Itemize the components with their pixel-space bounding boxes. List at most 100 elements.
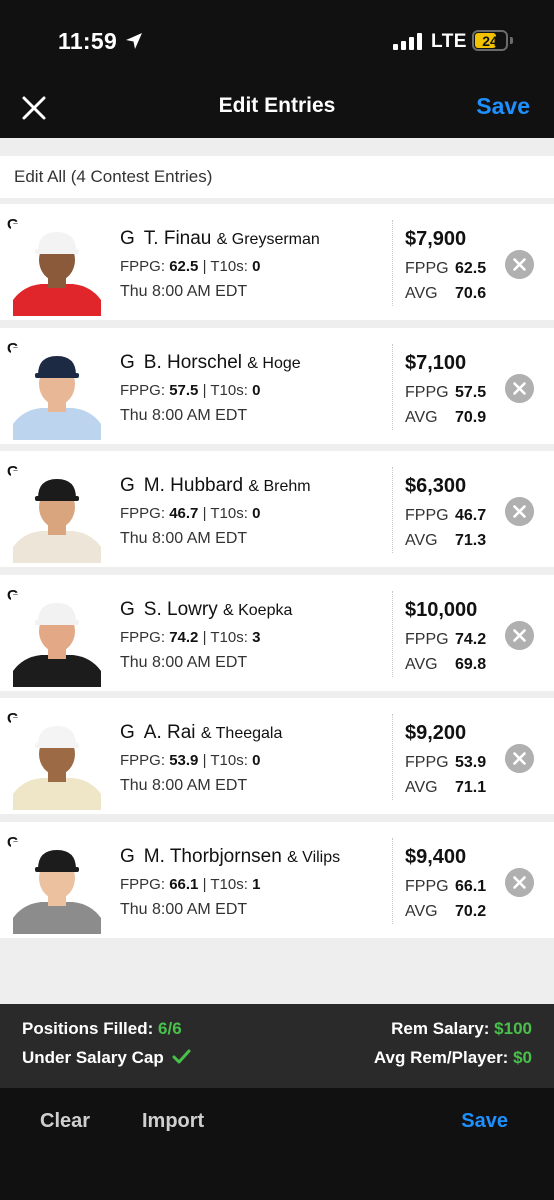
header: Edit Entries Save bbox=[0, 78, 554, 138]
player-position: G bbox=[120, 228, 135, 249]
player-stats: FPPG: 62.5 | T10s: 0 bbox=[120, 258, 261, 275]
divider bbox=[392, 838, 393, 924]
player-name-line: G M. Thorbjornsen & Vilips bbox=[120, 846, 340, 868]
opponent-name: & Brehm bbox=[248, 478, 311, 495]
status-bar: 11:59 LTE 24 bbox=[0, 0, 554, 78]
fppg-row: FPPG 46.7 bbox=[405, 507, 487, 524]
player-name: M. Hubbard bbox=[143, 475, 244, 496]
entry-row[interactable]: G G S. Lowry & Koepka FPPG: 74.2 | T10s: … bbox=[0, 575, 554, 691]
player-name: M. Thorbjornsen bbox=[143, 846, 282, 867]
game-time: Thu 8:00 AM EDT bbox=[120, 407, 248, 424]
t10s-value: 0 bbox=[252, 752, 261, 769]
player-name-line: G A. Rai & Theegala bbox=[120, 722, 282, 744]
entry-row[interactable]: G G A. Rai & Theegala FPPG: 53.9 | T10s: … bbox=[0, 698, 554, 814]
check-icon bbox=[172, 1049, 191, 1064]
bottom-bar: Clear Import Save bbox=[0, 1088, 554, 1200]
avg-row: AVG 71.1 bbox=[405, 779, 487, 796]
clear-button[interactable]: Clear bbox=[40, 1110, 90, 1133]
player-avatar bbox=[11, 224, 103, 316]
game-time: Thu 8:00 AM EDT bbox=[120, 654, 248, 671]
edit-all-label: Edit All (4 Contest Entries) bbox=[14, 167, 213, 186]
t10s-value: 0 bbox=[252, 258, 261, 275]
t10s-value: 3 bbox=[252, 629, 261, 646]
remove-player-icon[interactable] bbox=[505, 621, 534, 650]
location-arrow-icon bbox=[126, 33, 142, 49]
divider bbox=[392, 220, 393, 306]
avg-remaining-per-player: Avg Rem/Player: $0 bbox=[373, 1048, 532, 1067]
player-stats: FPPG: 74.2 | T10s: 3 bbox=[120, 629, 261, 646]
player-name: A. Rai bbox=[143, 722, 196, 743]
t10s-value: 1 bbox=[252, 876, 261, 893]
player-salary: $10,000 bbox=[405, 599, 478, 621]
remove-player-icon[interactable] bbox=[505, 374, 534, 403]
player-position: G bbox=[120, 352, 135, 373]
player-avatar bbox=[11, 471, 103, 563]
player-position: G bbox=[120, 599, 135, 620]
under-salary-cap: Under Salary Cap bbox=[22, 1048, 191, 1068]
player-salary: $6,300 bbox=[405, 475, 467, 497]
player-salary: $7,900 bbox=[405, 228, 467, 250]
opponent-name: & Vilips bbox=[287, 849, 341, 866]
avg-row: AVG 69.8 bbox=[405, 656, 487, 673]
remaining-salary-value: $100 bbox=[494, 1019, 532, 1038]
network-type: LTE bbox=[431, 31, 467, 52]
game-time: Thu 8:00 AM EDT bbox=[120, 530, 248, 547]
player-name: B. Horschel bbox=[143, 352, 242, 373]
avg-row: AVG 71.3 bbox=[405, 532, 487, 549]
edit-all-row[interactable]: Edit All (4 Contest Entries) bbox=[0, 156, 554, 198]
bottom-save-button[interactable]: Save bbox=[461, 1110, 508, 1133]
positions-filled-value: 6/6 bbox=[158, 1019, 182, 1038]
player-name-line: G M. Hubbard & Brehm bbox=[120, 475, 311, 497]
fppg-row: FPPG 57.5 bbox=[405, 384, 487, 401]
game-time: Thu 8:00 AM EDT bbox=[120, 777, 248, 794]
player-salary: $9,400 bbox=[405, 846, 467, 868]
player-name-line: G B. Horschel & Hoge bbox=[120, 352, 301, 374]
save-button[interactable]: Save bbox=[476, 93, 530, 120]
battery-icon: 24 bbox=[472, 30, 508, 51]
player-name: T. Finau bbox=[143, 228, 212, 249]
entry-row[interactable]: G G M. Thorbjornsen & Vilips FPPG: 66.1 |… bbox=[0, 822, 554, 938]
positions-filled: Positions Filled: 6/6 bbox=[22, 1019, 182, 1038]
battery-level: 24 bbox=[482, 33, 498, 49]
page-title: Edit Entries bbox=[218, 94, 336, 117]
divider bbox=[392, 714, 393, 800]
entry-row[interactable]: G G M. Hubbard & Brehm FPPG: 46.7 | T10s:… bbox=[0, 451, 554, 567]
remove-player-icon[interactable] bbox=[505, 744, 534, 773]
fppg-value: 74.2 bbox=[169, 629, 199, 646]
opponent-name: & Hoge bbox=[247, 355, 301, 372]
fppg-row: FPPG 74.2 bbox=[405, 631, 487, 648]
remove-player-icon[interactable] bbox=[505, 868, 534, 897]
player-stats: FPPG: 57.5 | T10s: 0 bbox=[120, 382, 261, 399]
divider bbox=[392, 344, 393, 430]
fppg-value: 53.9 bbox=[169, 752, 199, 769]
avg-row: AVG 70.2 bbox=[405, 903, 487, 920]
player-position: G bbox=[120, 846, 135, 867]
entry-row[interactable]: G G B. Horschel & Hoge FPPG: 57.5 | T10s:… bbox=[0, 328, 554, 444]
player-name-line: G T. Finau & Greyserman bbox=[120, 228, 320, 250]
fppg-value: 57.5 bbox=[169, 382, 199, 399]
entry-row[interactable]: G G T. Finau & Greyserman FPPG: 62.5 | T1… bbox=[0, 204, 554, 320]
player-stats: FPPG: 53.9 | T10s: 0 bbox=[120, 752, 261, 769]
fppg-value: 62.5 bbox=[169, 258, 199, 275]
avg-row: AVG 70.6 bbox=[405, 285, 487, 302]
opponent-name: & Theegala bbox=[200, 725, 283, 742]
remaining-salary: Rem Salary: $100 bbox=[391, 1019, 532, 1038]
avg-remaining-value: $0 bbox=[513, 1048, 532, 1067]
fppg-value: 46.7 bbox=[169, 505, 199, 522]
player-name-line: G S. Lowry & Koepka bbox=[120, 599, 292, 621]
divider bbox=[392, 467, 393, 553]
game-time: Thu 8:00 AM EDT bbox=[120, 901, 248, 918]
status-time: 11:59 bbox=[58, 28, 118, 54]
remove-player-icon[interactable] bbox=[505, 497, 534, 526]
player-stats: FPPG: 66.1 | T10s: 1 bbox=[120, 876, 261, 893]
player-position: G bbox=[120, 722, 135, 743]
player-avatar bbox=[11, 595, 103, 687]
import-button[interactable]: Import bbox=[142, 1110, 204, 1133]
opponent-name: & Koepka bbox=[222, 602, 293, 619]
opponent-name: & Greyserman bbox=[216, 231, 320, 248]
player-avatar bbox=[11, 718, 103, 810]
player-position: G bbox=[120, 475, 135, 496]
t10s-value: 0 bbox=[252, 505, 261, 522]
remove-player-icon[interactable] bbox=[505, 250, 534, 279]
player-avatar bbox=[11, 348, 103, 440]
